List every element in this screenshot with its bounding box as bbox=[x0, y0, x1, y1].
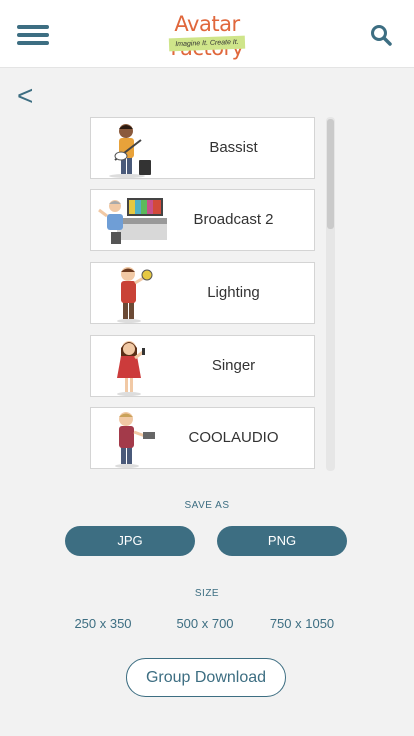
avatar-label: Lighting bbox=[207, 284, 260, 301]
group-download-button[interactable]: Group Download bbox=[126, 658, 286, 697]
avatar-card-bassist[interactable]: Bassist bbox=[90, 117, 315, 179]
search-icon[interactable] bbox=[370, 24, 392, 46]
size-option-500x700[interactable]: 500 x 700 bbox=[150, 616, 260, 631]
size-option-250x350[interactable]: 250 x 350 bbox=[48, 616, 158, 631]
avatar-card-coolaudio[interactable]: COOLAUDIO bbox=[90, 407, 315, 469]
back-button[interactable]: < bbox=[17, 80, 33, 112]
bassist-avatar-image bbox=[109, 124, 151, 178]
size-option-750x1050[interactable]: 750 x 1050 bbox=[247, 616, 357, 631]
avatar-label: Broadcast 2 bbox=[193, 211, 274, 228]
avatar-label: COOLAUDIO bbox=[188, 429, 279, 446]
avatar-label: Singer bbox=[211, 357, 256, 374]
png-button[interactable]: PNG bbox=[217, 526, 347, 556]
app-header: Avatar Factory Imagine It. Create It. bbox=[0, 0, 414, 68]
list-scrollbar[interactable] bbox=[326, 117, 335, 471]
hamburger-menu-icon[interactable] bbox=[17, 25, 49, 47]
jpg-button[interactable]: JPG bbox=[65, 526, 195, 556]
save-as-heading: SAVE AS bbox=[184, 500, 230, 511]
avatar-list[interactable]: Bassist Broadcast 2 Lighting Singer COOL… bbox=[90, 117, 316, 471]
scrollbar-thumb[interactable] bbox=[327, 119, 334, 229]
lighting-avatar-image bbox=[117, 267, 153, 323]
avatar-card-lighting[interactable]: Lighting bbox=[90, 262, 315, 324]
broadcast-avatar-image bbox=[98, 198, 167, 244]
size-heading: SIZE bbox=[194, 588, 220, 599]
avatar-label: Bassist bbox=[209, 139, 258, 156]
avatar-card-singer[interactable]: Singer bbox=[90, 335, 315, 397]
singer-avatar-image bbox=[117, 341, 145, 396]
logo-tagline: Imagine It. Create It. bbox=[168, 35, 246, 52]
avatar-card-broadcast-2[interactable]: Broadcast 2 bbox=[90, 189, 315, 251]
avatar-factory-logo[interactable]: Avatar Factory Imagine It. Create It. bbox=[147, 12, 267, 60]
coolaudio-avatar-image bbox=[115, 412, 155, 468]
